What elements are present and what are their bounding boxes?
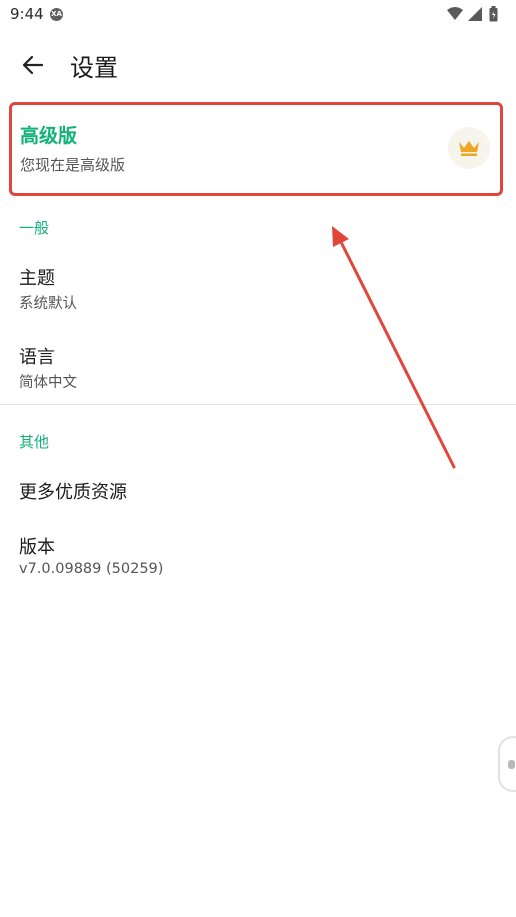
annotation-arrow (332, 226, 456, 469)
floating-side-handle[interactable] (498, 736, 516, 792)
handle-grip-icon (508, 760, 515, 769)
